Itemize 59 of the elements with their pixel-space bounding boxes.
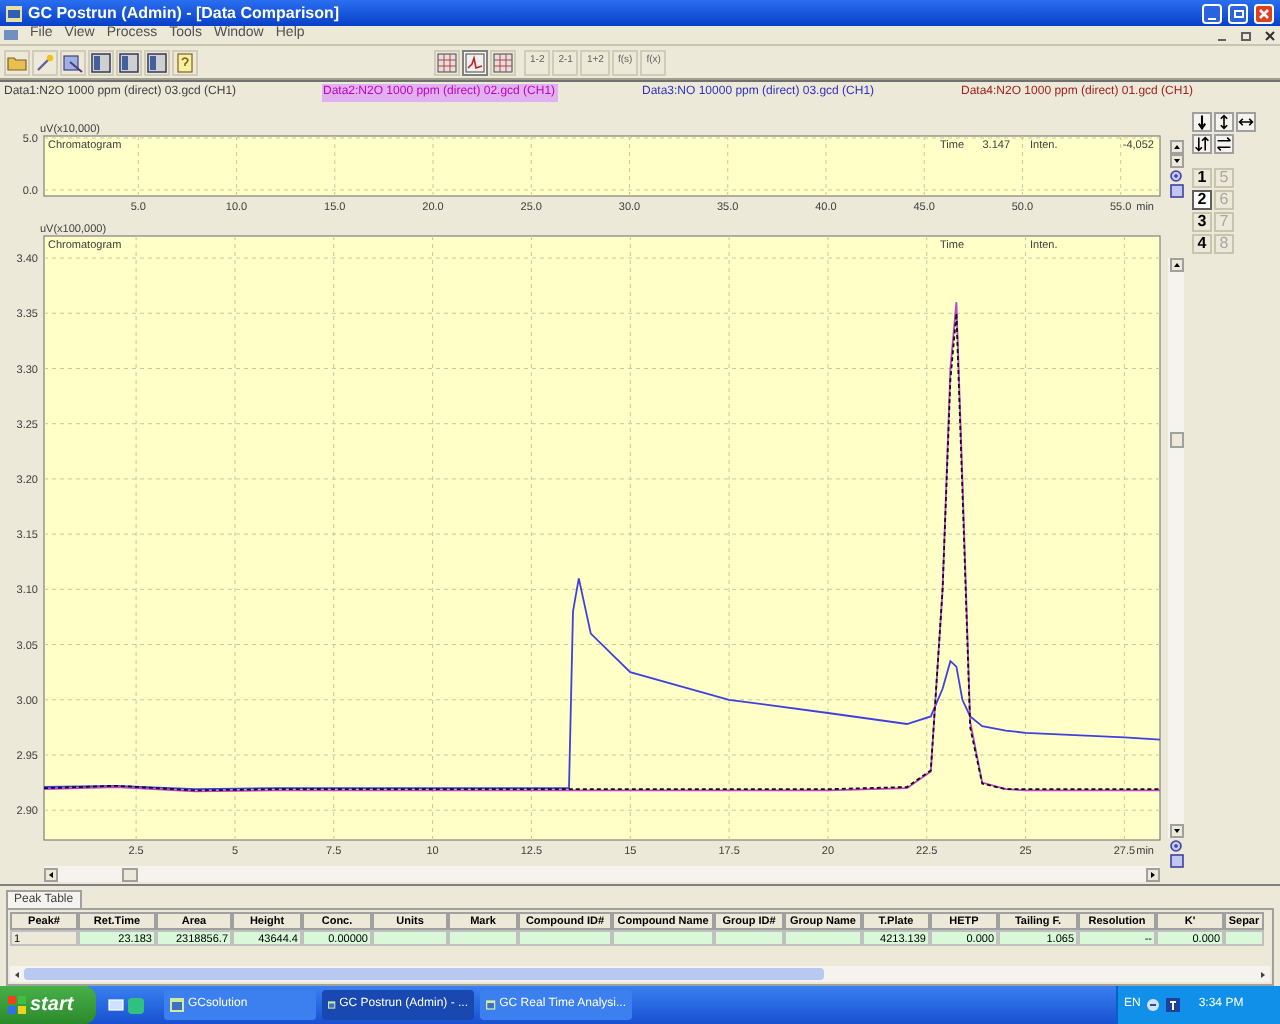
window-icon xyxy=(486,998,496,1012)
zoom-in-icon[interactable] xyxy=(1169,840,1183,854)
scroll-down-button[interactable] xyxy=(1169,154,1183,168)
horizontal-scrollbar[interactable] xyxy=(10,966,1270,982)
scroll-right-button[interactable] xyxy=(1146,867,1160,881)
channel-button[interactable]: 1 xyxy=(1192,168,1212,188)
horizontal-scrollbar[interactable] xyxy=(44,866,1160,882)
vertical-scrollbar[interactable] xyxy=(1168,258,1184,838)
zoom-out-icon[interactable] xyxy=(1169,184,1183,198)
swap-vertical-icon xyxy=(1194,136,1210,152)
window-icon xyxy=(90,51,112,73)
swap-horizontal-icon xyxy=(1216,136,1232,152)
scroll-down-button[interactable] xyxy=(1169,824,1183,838)
up-down-arrow-icon xyxy=(1216,114,1232,130)
scroll-up-button[interactable] xyxy=(1169,140,1183,154)
scroll-left-button[interactable] xyxy=(44,867,58,881)
sparkle-icon xyxy=(34,51,56,73)
window-icon xyxy=(328,998,336,1012)
scroll-up-button[interactable] xyxy=(1169,258,1183,272)
scroll-thumb[interactable] xyxy=(24,968,824,980)
window-title: GC Postrun (Admin) - [Data Comparison] xyxy=(28,1,340,25)
close-button[interactable] xyxy=(1254,3,1274,23)
toolbar-button[interactable] xyxy=(1236,112,1256,132)
folder-icon xyxy=(6,51,28,73)
chart-icon xyxy=(464,51,486,73)
scroll-right-button[interactable] xyxy=(1256,967,1270,981)
table-cell xyxy=(1224,930,1264,946)
close-icon xyxy=(1258,7,1270,19)
toolbar-button[interactable] xyxy=(1214,112,1234,132)
minimize-button[interactable] xyxy=(1202,3,1222,23)
tool-icon xyxy=(62,51,84,73)
down-arrow-icon xyxy=(1194,114,1210,130)
app-icon xyxy=(6,5,22,21)
toolbar-button[interactable] xyxy=(1192,134,1212,154)
window-icon xyxy=(118,51,140,73)
toolbar-button[interactable] xyxy=(1192,112,1212,132)
toolbar-button[interactable] xyxy=(1214,134,1234,154)
left-right-arrow-icon xyxy=(1238,114,1254,130)
channel-button[interactable]: 2 xyxy=(1192,190,1212,210)
document-icon xyxy=(4,28,18,42)
desktop-icon[interactable] xyxy=(108,997,124,1013)
zoom-out-icon[interactable] xyxy=(1169,854,1183,868)
channel-button[interactable]: 3 xyxy=(1192,212,1212,232)
window-icon xyxy=(146,51,168,73)
scroll-thumb[interactable] xyxy=(1169,432,1183,448)
channel-button[interactable]: 4 xyxy=(1192,234,1212,254)
tray-app-icon[interactable] xyxy=(1166,998,1181,1012)
network-icon[interactable] xyxy=(1146,998,1161,1012)
window-icon xyxy=(170,998,184,1012)
restore-button[interactable] xyxy=(1228,3,1248,23)
grid-icon xyxy=(492,51,514,73)
close-icon[interactable] xyxy=(1264,29,1276,41)
zoom-in-icon[interactable] xyxy=(1169,170,1183,184)
scroll-left-button[interactable] xyxy=(10,967,24,981)
windows-logo-icon xyxy=(8,996,26,1014)
scroll-thumb[interactable] xyxy=(122,867,138,881)
restore-icon[interactable] xyxy=(1240,29,1252,41)
question-icon xyxy=(174,51,196,73)
grid-icon xyxy=(436,51,458,73)
